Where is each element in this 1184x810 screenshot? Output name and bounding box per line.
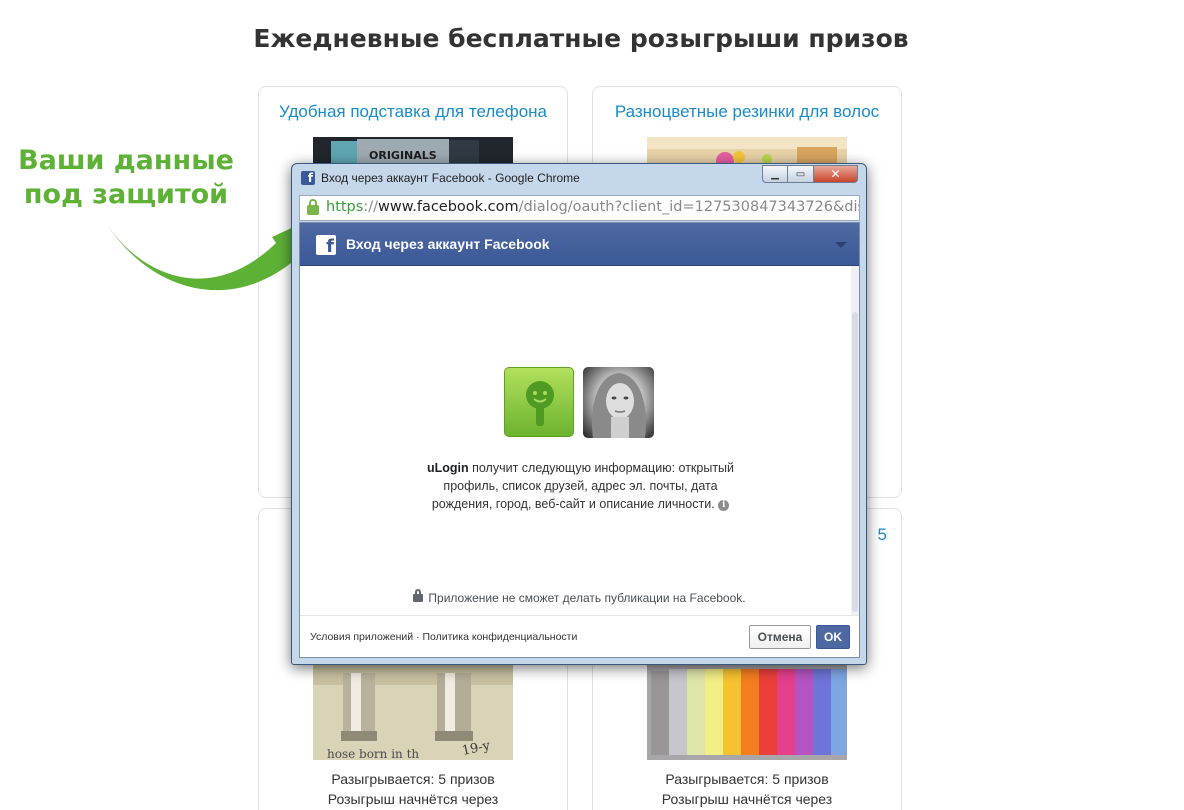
maximize-icon[interactable]: ▭ (788, 165, 814, 183)
minimize-icon[interactable]: ▁ (762, 165, 788, 183)
protection-line-1: Ваши данные (18, 145, 234, 176)
url-text[interactable]: https://www.facebook.com/dialog/oauth?cl… (326, 199, 859, 215)
page-title: Ежедневные бесплатные розыгрыши призов (253, 24, 909, 53)
scrollbar[interactable] (851, 266, 859, 615)
info-icon[interactable]: i (718, 500, 730, 511)
prize-photo[interactable] (647, 665, 847, 760)
facebook-icon: f (301, 171, 315, 185)
permissions-description: uLogin получит следующую информацию: отк… (420, 459, 741, 513)
scrollbar-thumb[interactable] (852, 312, 858, 612)
no-publish-notice: Приложение не сможет делать публикации н… (300, 589, 859, 605)
terms-link[interactable]: Условия приложений (310, 631, 413, 643)
prize-info: Разыгрывается: 5 призов Розыгрыш начнётс… (259, 769, 567, 809)
photo-caption: hose born in th (327, 747, 419, 760)
permissions-text: получит следующую информацию: открытый п… (431, 461, 735, 511)
metal-cylinders-photo: 19-y hose born in th (313, 665, 513, 760)
app-name: uLogin (426, 461, 469, 475)
address-bar[interactable]: https://www.facebook.com/dialog/oauth?cl… (299, 195, 860, 221)
app-icons (504, 367, 654, 439)
lock-icon (307, 199, 319, 215)
close-icon[interactable]: ✕ (814, 165, 858, 183)
prizes-count-text: Разыгрывается: 5 призов (665, 771, 829, 787)
draw-start-text: Розыгрыш начнётся через (661, 791, 833, 807)
ulogin-icon (504, 367, 574, 437)
footer-links: Условия приложений · Политика конфиденци… (310, 631, 577, 643)
chevron-down-icon[interactable] (835, 242, 847, 248)
lock-icon (413, 589, 424, 602)
dialog-title: Вход через аккаунт Facebook (346, 236, 550, 252)
prize-title-link[interactable]: 5 (878, 525, 887, 545)
draw-start-text: Розыгрыш начнётся через (327, 791, 499, 807)
prize-title-link[interactable]: Удобная подставка для телефона (259, 102, 567, 122)
cancel-button[interactable]: Отмена (749, 625, 811, 649)
dialog-footer: Условия приложений · Политика конфиденци… (300, 615, 859, 657)
photo-caption: ORIGINALS (369, 149, 437, 162)
window-titlebar[interactable]: f Вход через аккаунт Facebook - Google C… (292, 164, 866, 192)
phone-cases-photo (647, 665, 847, 760)
prize-title-link[interactable]: Разноцветные резинки для волос (593, 102, 901, 122)
window-title: Вход через аккаунт Facebook - Google Chr… (321, 171, 580, 185)
facebook-login-popup: f Вход через аккаунт Facebook - Google C… (291, 163, 867, 665)
avatar (583, 367, 654, 438)
no-publish-text: Приложение не сможет делать публикации н… (428, 591, 746, 605)
window-controls: ▁ ▭ ✕ (762, 165, 858, 183)
dialog-content: f Вход через аккаунт Facebook uLogin пол… (299, 222, 860, 658)
ok-button[interactable]: OK (816, 625, 850, 649)
prizes-count-text: Разыгрывается: 5 призов (331, 771, 495, 787)
prize-info: Разыгрывается: 5 призов Розыгрыш начнётс… (593, 769, 901, 809)
privacy-link[interactable]: Политика конфиденциальности (422, 631, 577, 643)
prize-photo[interactable]: 19-y hose born in th (313, 665, 513, 760)
facebook-dialog-header: f Вход через аккаунт Facebook (300, 223, 859, 266)
facebook-icon: f (316, 235, 336, 257)
